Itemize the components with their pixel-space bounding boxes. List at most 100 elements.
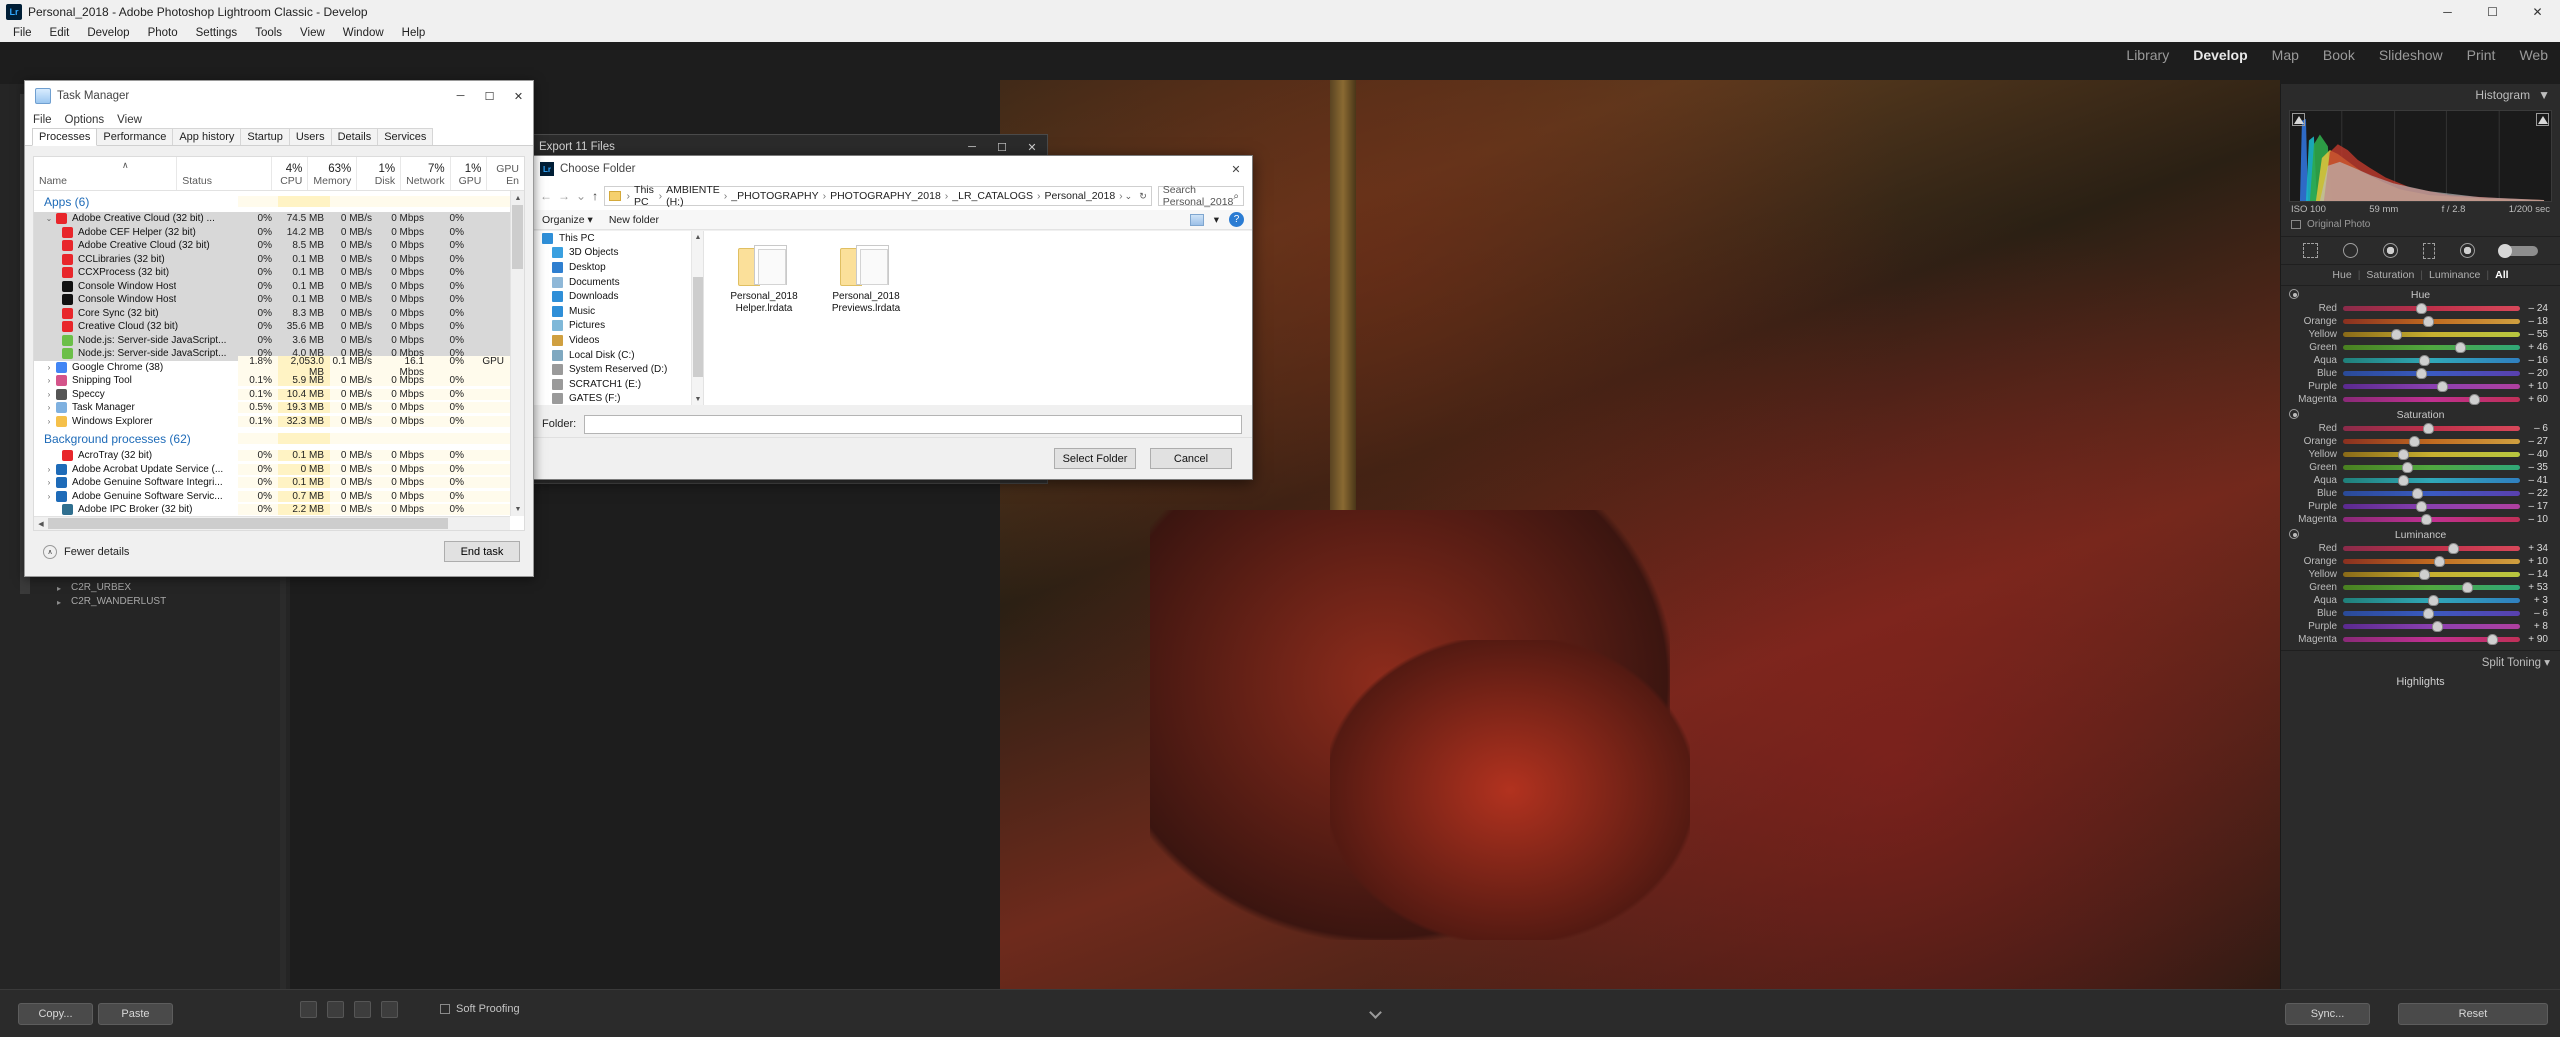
loupe-view-icon[interactable] [300,1001,317,1018]
slider-track[interactable] [2343,569,2520,580]
tree-scrollbar[interactable]: ▲ ▼ [691,231,703,405]
slider-track[interactable] [2343,316,2520,327]
slider-track[interactable] [2343,342,2520,353]
close-button[interactable]: ✕ [2515,0,2560,24]
new-folder-button[interactable]: New folder [609,214,659,226]
table-row[interactable]: Adobe CEF Helper (32 bit) 0% 14.2 MB 0 MB/s… [34,225,510,239]
slider-knob[interactable] [2415,501,2427,512]
slider-saturation-aqua[interactable]: Aqua – 41 [2281,474,2560,487]
breadcrumb[interactable]: › This PC › AMBIENTE (H:) › _PHOTOGRAPHY › PHOT… [604,184,1152,208]
slider-track[interactable] [2343,368,2520,379]
scroll-left-icon[interactable]: ◀ [34,517,48,530]
sidebar-item-collection-0[interactable]: ▸ C2R_URBEX [55,582,285,596]
slider-hue-orange[interactable]: Orange – 18 [2281,315,2560,328]
slider-track[interactable] [2343,514,2520,525]
slider-knob[interactable] [2437,381,2449,392]
scrollbar-thumb[interactable] [48,518,448,529]
maximize-button[interactable]: ☐ [2470,0,2515,24]
slider-knob[interactable] [2391,329,2403,340]
table-row[interactable]: Node.js: Server-side JavaScript... 0% 3.6 … [34,333,510,347]
slider-luminance-orange[interactable]: Orange + 10 [2281,555,2560,568]
slider-hue-magenta[interactable]: Magenta + 60 [2281,393,2560,406]
breadcrumb-item[interactable]: AMBIENTE (H:) [664,184,722,208]
chevron-down-icon[interactable]: ▼ [2538,88,2550,102]
slider-saturation-orange[interactable]: Orange – 27 [2281,435,2560,448]
slider-track[interactable] [2343,381,2520,392]
slider-saturation-yellow[interactable]: Yellow – 40 [2281,448,2560,461]
process-rows[interactable]: Apps (6) ⌄ Adobe Creative Cloud (32 bit) … [34,191,510,516]
shadow-clipping-indicator[interactable] [2292,113,2305,126]
slider-knob[interactable] [2422,423,2434,434]
breadcrumb-item[interactable]: This PC [632,184,657,208]
slider-knob[interactable] [2415,368,2427,379]
tree-item-pictures[interactable]: Pictures [532,319,703,334]
slider-knob[interactable] [2398,475,2410,486]
navigation-tree[interactable]: This PC 3D Objects Desktop Documents Downloa… [532,231,704,405]
slider-track[interactable] [2343,488,2520,499]
slider-hue-purple[interactable]: Purple + 10 [2281,380,2560,393]
crop-overlay-icon[interactable] [2303,243,2319,258]
slider-luminance-red[interactable]: Red + 34 [2281,542,2560,555]
up-button[interactable]: ↑ [592,189,598,203]
slider-hue-aqua[interactable]: Aqua – 16 [2281,354,2560,367]
scroll-up-icon[interactable]: ▲ [692,231,703,243]
soft-proofing-toggle[interactable]: Soft Proofing [440,1003,520,1015]
tab-startup[interactable]: Startup [240,128,290,145]
slider-track[interactable] [2343,595,2520,606]
slider-knob[interactable] [2454,342,2466,353]
spot-removal-icon[interactable] [2343,243,2359,258]
column-header-gpu-en[interactable]: GPU En [487,157,524,190]
select-folder-button[interactable]: Select Folder [1054,448,1136,469]
search-box[interactable]: Search Personal_2018 ⌕ [1157,184,1244,208]
menu-item-photo[interactable]: Photo [139,26,187,40]
close-button[interactable]: ✕ [1220,156,1252,182]
slider-track[interactable] [2343,501,2520,512]
column-header-cpu[interactable]: 4% CPU [272,157,309,190]
back-button[interactable]: ← [540,189,552,203]
slider-knob[interactable] [2431,621,2443,632]
scroll-up-icon[interactable]: ▲ [511,191,524,205]
slider-knob[interactable] [2398,449,2410,460]
file-item[interactable]: Personal_2018 Helper.lrdata [728,245,800,405]
table-row[interactable]: Core Sync (32 bit) 0% 8.3 MB 0 MB/s 0 Mbps 0% [34,306,510,320]
original-photo-toggle[interactable]: Original Photo [2281,217,2560,237]
target-adjustment-icon[interactable] [2289,289,2299,299]
minimize-button[interactable]: ─ [446,81,475,111]
menu-item-edit[interactable]: Edit [41,26,79,40]
tab-all[interactable]: All [2495,269,2508,281]
adjustment-brush-icon[interactable] [2497,243,2538,258]
slider-knob[interactable] [2433,556,2445,567]
table-row[interactable]: › Windows Explorer 0.1% 32.3 MB 0 MB/s 0 Mbps… [34,415,510,429]
slider-knob[interactable] [2422,316,2434,327]
module-library[interactable]: Library [2126,47,2169,63]
slider-hue-yellow[interactable]: Yellow – 55 [2281,328,2560,341]
refresh-icon[interactable]: ↻ [1139,191,1147,202]
slider-track[interactable] [2343,355,2520,366]
slider-knob[interactable] [2461,582,2473,593]
chevron-right-icon[interactable]: › [42,492,56,501]
slider-knob[interactable] [2468,394,2480,405]
tree-item-scratch1-e[interactable]: SCRATCH1 (E:) [532,377,703,392]
slider-track[interactable] [2343,582,2520,593]
tree-item-downloads[interactable]: Downloads [532,289,703,304]
scrollbar-thumb[interactable] [693,277,703,377]
slider-track[interactable] [2343,449,2520,460]
table-row[interactable]: › Adobe Genuine Software Servic... 0% 0.7 M… [34,490,510,504]
slider-knob[interactable] [2412,488,2424,499]
table-row[interactable]: Creative Cloud (32 bit) 0% 35.6 MB 0 MB/s 0 … [34,320,510,334]
slider-track[interactable] [2343,543,2520,554]
slider-saturation-red[interactable]: Red – 6 [2281,422,2560,435]
menu-item-help[interactable]: Help [393,26,435,40]
slider-hue-green[interactable]: Green + 46 [2281,341,2560,354]
tab-users[interactable]: Users [288,128,332,145]
tab-luminance[interactable]: Luminance [2429,269,2480,281]
chevron-right-icon[interactable]: › [42,465,56,474]
slider-hue-red[interactable]: Red – 24 [2281,302,2560,315]
file-list[interactable]: Personal_2018 Helper.lrdata Personal_2018 P… [704,231,1252,405]
tree-item-3d-objects[interactable]: 3D Objects [532,246,703,261]
slider-saturation-green[interactable]: Green – 35 [2281,461,2560,474]
tab-hue[interactable]: Hue [2332,269,2351,281]
slider-luminance-magenta[interactable]: Magenta + 90 [2281,633,2560,646]
menu-item-settings[interactable]: Settings [187,26,247,40]
column-header-memory[interactable]: 63% Memory [308,157,358,190]
